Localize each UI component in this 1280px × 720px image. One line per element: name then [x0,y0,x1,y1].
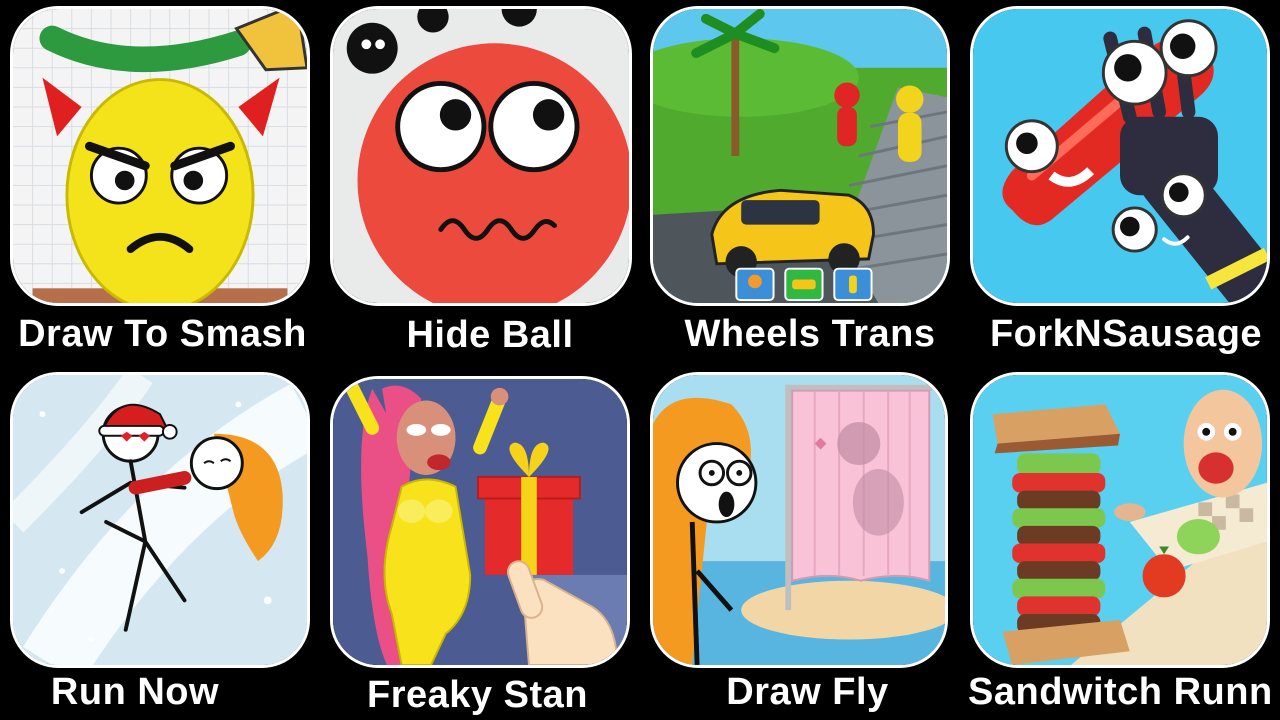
game-tile-draw-fly[interactable] [650,372,948,668]
sandwich-tower-icon [973,375,1267,665]
game-label-freaky-stan[interactable]: Freaky Stan [330,673,625,717]
game-label-hide-ball[interactable]: Hide Ball [330,313,650,357]
sausage-on-fork-icon [973,9,1267,303]
game-tile-draw-to-smash[interactable] [10,6,310,306]
angry-egg-devil-horns-icon [13,9,307,303]
game-label-sandwitch-runner[interactable]: Sandwitch Runn [968,670,1280,714]
game-tile-hide-ball[interactable] [330,6,632,306]
yellow-suit-gift-icon [333,379,627,665]
game-tile-run-now[interactable] [10,372,310,668]
yellow-car-stair-runners-icon [653,9,947,303]
game-label-run-now[interactable]: Run Now [0,670,270,714]
game-label-wheels-trans[interactable]: Wheels Trans [650,312,970,356]
game-label-forknsausage[interactable]: ForkNSausage [972,312,1280,356]
game-label-draw-to-smash[interactable]: Draw To Smash [0,312,325,356]
shocked-girl-curtain-icon [653,375,945,665]
stickman-santa-hug-icon [13,375,307,665]
game-tile-sandwitch-runner[interactable] [970,372,1270,668]
game-tile-freaky-stan[interactable] [330,376,630,668]
game-tile-wheels-trans[interactable] [650,6,950,306]
game-label-draw-fly[interactable]: Draw Fly [650,670,965,714]
red-ball-worried-face-icon [333,9,629,303]
game-tile-forknsausage[interactable] [970,6,1270,306]
